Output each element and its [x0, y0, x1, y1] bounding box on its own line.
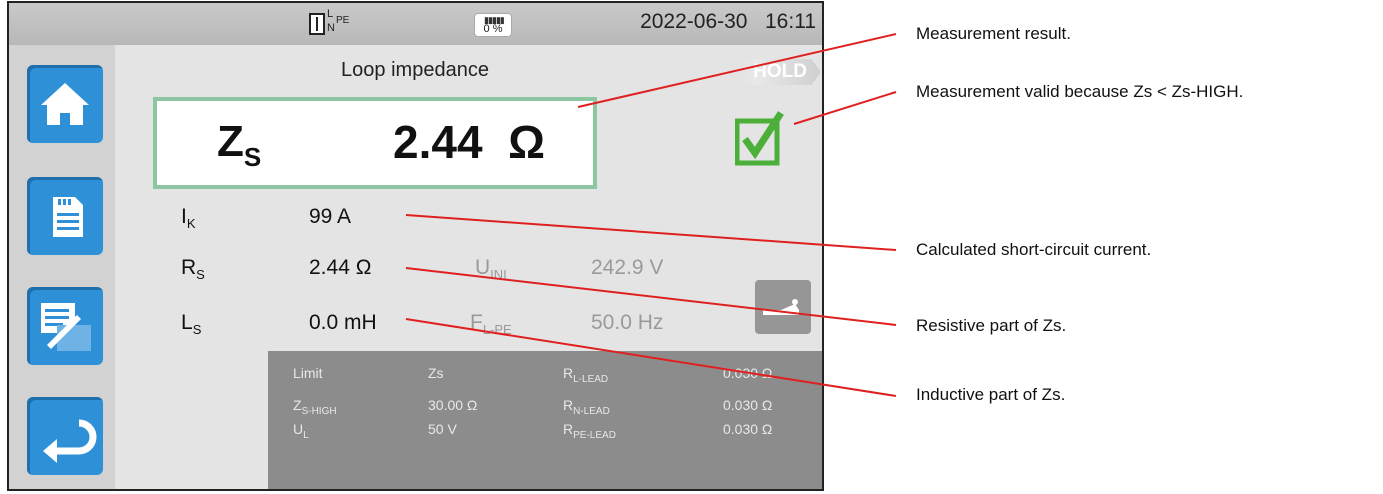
callout-line-rs [405, 267, 897, 326]
callout-line-ls [405, 318, 897, 397]
callout-short-circuit: Calculated short-circuit current. [916, 240, 1152, 259]
callout-line-result [577, 33, 897, 108]
callout-line-ik [405, 214, 897, 251]
callout-inductive: Inductive part of Zs. [916, 385, 1066, 404]
callout-line-valid [793, 91, 897, 125]
callout-measurement-valid: Measurement valid because Zs < Zs-HIGH. [916, 82, 1244, 101]
callout-lines [405, 33, 897, 397]
callout-measurement-result: Measurement result. [916, 24, 1071, 43]
callout-resistive: Resistive part of Zs. [916, 316, 1067, 335]
